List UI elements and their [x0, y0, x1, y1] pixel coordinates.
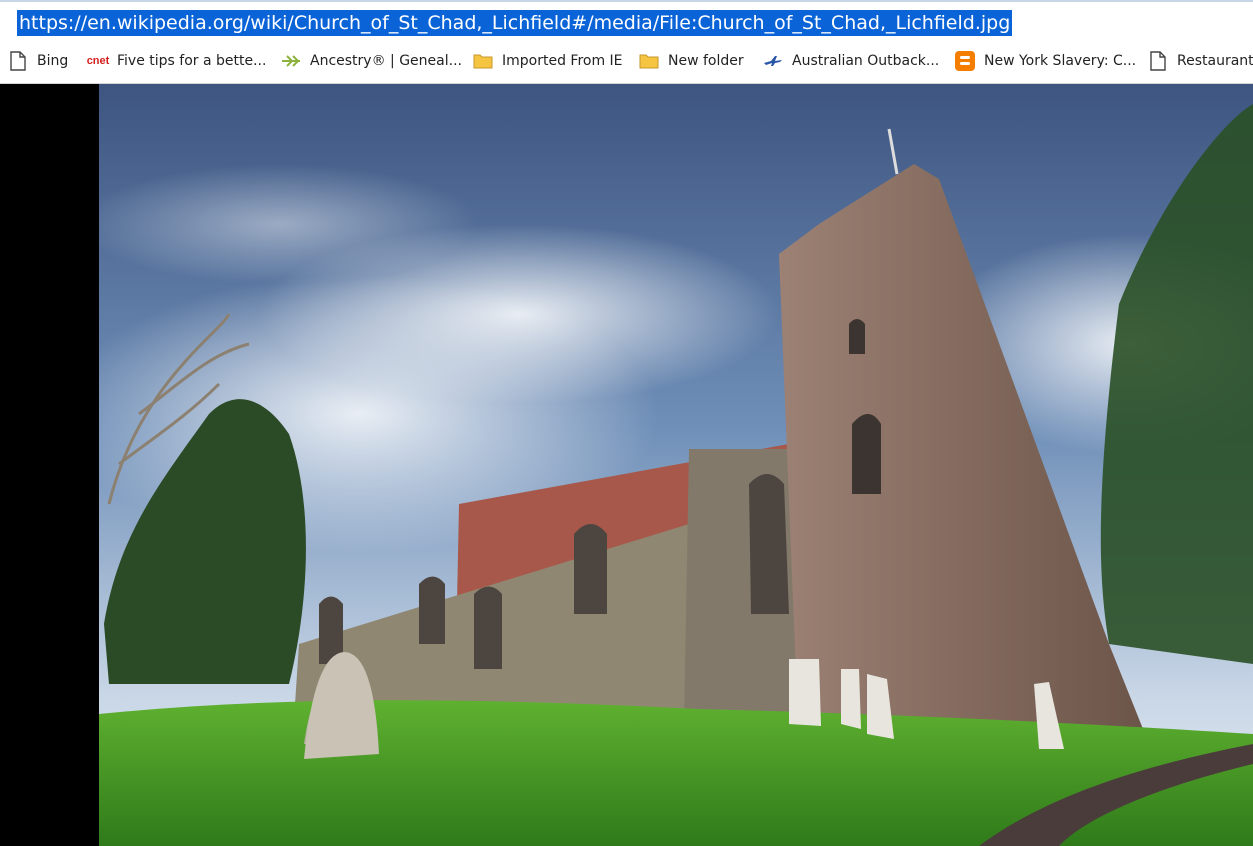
bookmark-label: Restaurants — [1177, 53, 1253, 69]
cnet-icon: cnet — [86, 55, 110, 67]
bookmark-label: Five tips for a bette... — [117, 53, 267, 69]
bookmark-label: Imported From IE — [502, 53, 623, 69]
blogger-icon — [955, 51, 975, 71]
folder-icon — [639, 51, 659, 71]
church-photo[interactable] — [99, 84, 1253, 846]
bookmark-cnet[interactable]: cnet Five tips for a bette... — [86, 38, 267, 83]
bookmark-label: Bing — [37, 53, 69, 69]
url-text[interactable]: https://en.wikipedia.org/wiki/Church_of_… — [17, 10, 1013, 36]
address-bar[interactable]: https://en.wikipedia.org/wiki/Church_of_… — [0, 0, 1253, 38]
bookmark-label: Ancestry® | Geneal... — [310, 53, 462, 69]
plane-icon — [763, 51, 783, 71]
bookmark-label: New folder — [668, 53, 744, 69]
bookmark-ancestry[interactable]: Ancestry® | Geneal... — [281, 38, 462, 83]
bookmark-bing[interactable]: Bing — [8, 38, 69, 83]
folder-icon — [473, 51, 493, 71]
page-icon — [8, 51, 28, 71]
bookmark-label: Australian Outback... — [792, 53, 940, 69]
bookmark-new-york-slavery[interactable]: New York Slavery: C... — [955, 38, 1137, 83]
page-icon — [1148, 51, 1168, 71]
bookmark-imported-from-ie[interactable]: Imported From IE — [473, 38, 623, 83]
bookmark-restaurants[interactable]: Restaurants — [1148, 38, 1253, 83]
ancestry-leaf-icon — [281, 51, 301, 71]
bookmark-new-folder[interactable]: New folder — [639, 38, 744, 83]
bookmarks-bar: Bing cnet Five tips for a bette... Ances… — [0, 38, 1253, 84]
bookmark-label: New York Slavery: C... — [984, 53, 1137, 69]
media-viewer — [0, 84, 1253, 846]
bookmark-australian-outback[interactable]: Australian Outback... — [763, 38, 940, 83]
